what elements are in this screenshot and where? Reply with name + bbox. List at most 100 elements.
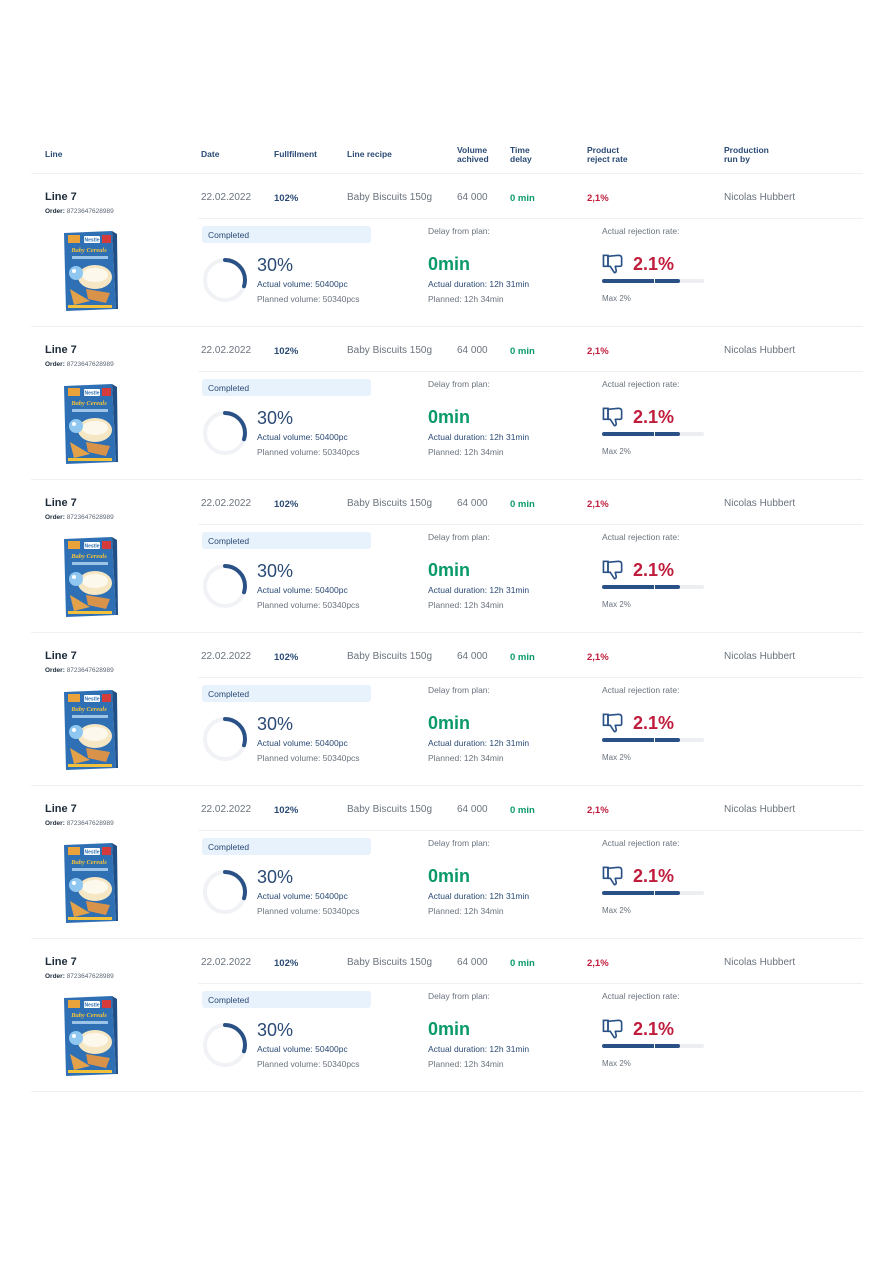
table-row[interactable]: Line 7 Order: 8723647628989 Nestle Baby … xyxy=(31,633,863,786)
rejection-bar-fill xyxy=(602,738,680,742)
rejection-bar-fill xyxy=(602,432,680,436)
product-name: Baby Cereals xyxy=(70,553,107,560)
line-recipe: Baby Biscuits 150g xyxy=(347,192,433,203)
planned-duration: Planned: 12h 34min xyxy=(428,447,504,457)
product-name: Baby Cereals xyxy=(70,247,107,254)
rejection-label: Actual rejection rate: xyxy=(602,838,680,848)
header-fulfilment[interactable]: Fullfilment xyxy=(274,150,317,159)
date: 22.02.2022 xyxy=(201,804,252,815)
status-badge: Completed xyxy=(202,838,371,855)
delay-label: Delay from plan: xyxy=(428,838,490,848)
time-delay: 0 min xyxy=(510,346,535,357)
product-brand: Nestle xyxy=(84,1003,99,1009)
line-recipe: Baby Biscuits 150g xyxy=(347,651,433,662)
actual-duration: Actual duration: 12h 31min xyxy=(428,738,530,748)
order-number: Order: 8723647628989 xyxy=(45,667,114,674)
order-value: 8723647628989 xyxy=(66,514,114,521)
delay-value: 0min xyxy=(428,1019,471,1039)
header-delay-line2: delay xyxy=(510,154,532,164)
rejection-bar-tick xyxy=(654,737,655,743)
order-label: Order: xyxy=(45,667,65,674)
time-delay: 0 min xyxy=(510,499,535,510)
actual-volume: Actual volume: 50400pc xyxy=(257,585,348,595)
header-runby[interactable]: Production run by xyxy=(724,146,769,164)
product-image: Nestle Baby Cereals xyxy=(64,843,118,923)
order-value: 8723647628989 xyxy=(66,667,114,674)
progress-ring xyxy=(203,258,247,302)
rejection-value: 2.1% xyxy=(633,713,675,733)
progress-ring xyxy=(203,717,247,761)
table-row[interactable]: Line 7 Order: 8723647628989 Nestle Baby … xyxy=(31,327,863,480)
line-name: Line 7 xyxy=(45,803,77,815)
actual-duration: Actual duration: 12h 31min xyxy=(428,432,530,442)
row-divider xyxy=(198,983,863,984)
header-delay[interactable]: Time delay xyxy=(510,146,532,164)
header-date[interactable]: Date xyxy=(201,150,219,159)
order-label: Order: xyxy=(45,514,65,521)
run-by: Nicolas Hubbert xyxy=(724,651,796,662)
delay-label: Delay from plan: xyxy=(428,685,490,695)
planned-duration: Planned: 12h 34min xyxy=(428,1059,504,1069)
order-number: Order: 8723647628989 xyxy=(45,973,114,980)
order-value: 8723647628989 xyxy=(66,361,114,368)
row-divider xyxy=(198,677,863,678)
order-label: Order: xyxy=(45,973,65,980)
table-row[interactable]: Line 7 Order: 8723647628989 Nestle Baby … xyxy=(31,480,863,633)
planned-duration: Planned: 12h 34min xyxy=(428,906,504,916)
row-divider xyxy=(198,218,863,219)
actual-duration: Actual duration: 12h 31min xyxy=(428,891,530,901)
product-image: Nestle Baby Cereals xyxy=(64,537,118,617)
header-recipe[interactable]: Line recipe xyxy=(347,150,392,159)
date: 22.02.2022 xyxy=(201,957,252,968)
rejection-max: Max 2% xyxy=(602,294,631,303)
product-name: Baby Cereals xyxy=(70,400,107,407)
delay-value: 0min xyxy=(428,560,471,580)
fulfilment: 102% xyxy=(274,805,299,816)
product-image: Nestle Baby Cereals xyxy=(64,996,118,1076)
rejection-label: Actual rejection rate: xyxy=(602,532,680,542)
header-volume[interactable]: Volume achived xyxy=(457,146,489,164)
header-runby-line2: run by xyxy=(724,154,750,164)
rejection-bar-fill xyxy=(602,891,680,895)
row-divider xyxy=(198,524,863,525)
order-label: Order: xyxy=(45,208,65,215)
product-name: Baby Cereals xyxy=(70,1012,107,1019)
header-line[interactable]: Line xyxy=(45,150,62,159)
table-row[interactable]: Line 7 Order: 8723647628989 Nestle Baby … xyxy=(31,174,863,327)
rejection-bar-tick xyxy=(654,1043,655,1049)
table-row[interactable]: Line 7 Order: 8723647628989 Nestle Baby … xyxy=(31,939,863,1092)
delay-value: 0min xyxy=(428,407,471,427)
row-divider xyxy=(198,830,863,831)
product-name: Baby Cereals xyxy=(70,859,107,866)
line-name: Line 7 xyxy=(45,956,77,968)
table-row[interactable]: Line 7 Order: 8723647628989 Nestle Baby … xyxy=(31,786,863,939)
fulfilment: 102% xyxy=(274,346,299,357)
line-name: Line 7 xyxy=(45,497,77,509)
progress-percent: 30% xyxy=(257,408,294,428)
planned-duration: Planned: 12h 34min xyxy=(428,600,504,610)
order-label: Order: xyxy=(45,361,65,368)
product-image: Nestle Baby Cereals xyxy=(64,690,118,770)
rejection-max: Max 2% xyxy=(602,906,631,915)
fulfilment: 102% xyxy=(274,499,299,510)
delay-label: Delay from plan: xyxy=(428,226,490,236)
rejection-value: 2.1% xyxy=(633,1019,675,1039)
date: 22.02.2022 xyxy=(201,192,252,203)
line-name: Line 7 xyxy=(45,191,77,203)
product-brand: Nestle xyxy=(84,544,99,550)
actual-duration: Actual duration: 12h 31min xyxy=(428,1044,530,1054)
reject-rate: 2,1% xyxy=(587,346,609,357)
thumbs-down-icon xyxy=(602,407,623,427)
rejection-bar-tick xyxy=(654,890,655,896)
line-recipe: Baby Biscuits 150g xyxy=(347,804,433,815)
run-by: Nicolas Hubbert xyxy=(724,345,796,356)
rejection-max: Max 2% xyxy=(602,1059,631,1068)
order-value: 8723647628989 xyxy=(66,208,114,215)
rejection-max: Max 2% xyxy=(602,600,631,609)
volume-achieved: 64 000 xyxy=(457,804,488,815)
order-value: 8723647628989 xyxy=(66,973,114,980)
delay-value: 0min xyxy=(428,254,471,274)
thumbs-down-icon xyxy=(602,866,623,886)
line-recipe: Baby Biscuits 150g xyxy=(347,345,433,356)
header-reject[interactable]: Product reject rate xyxy=(587,146,628,164)
